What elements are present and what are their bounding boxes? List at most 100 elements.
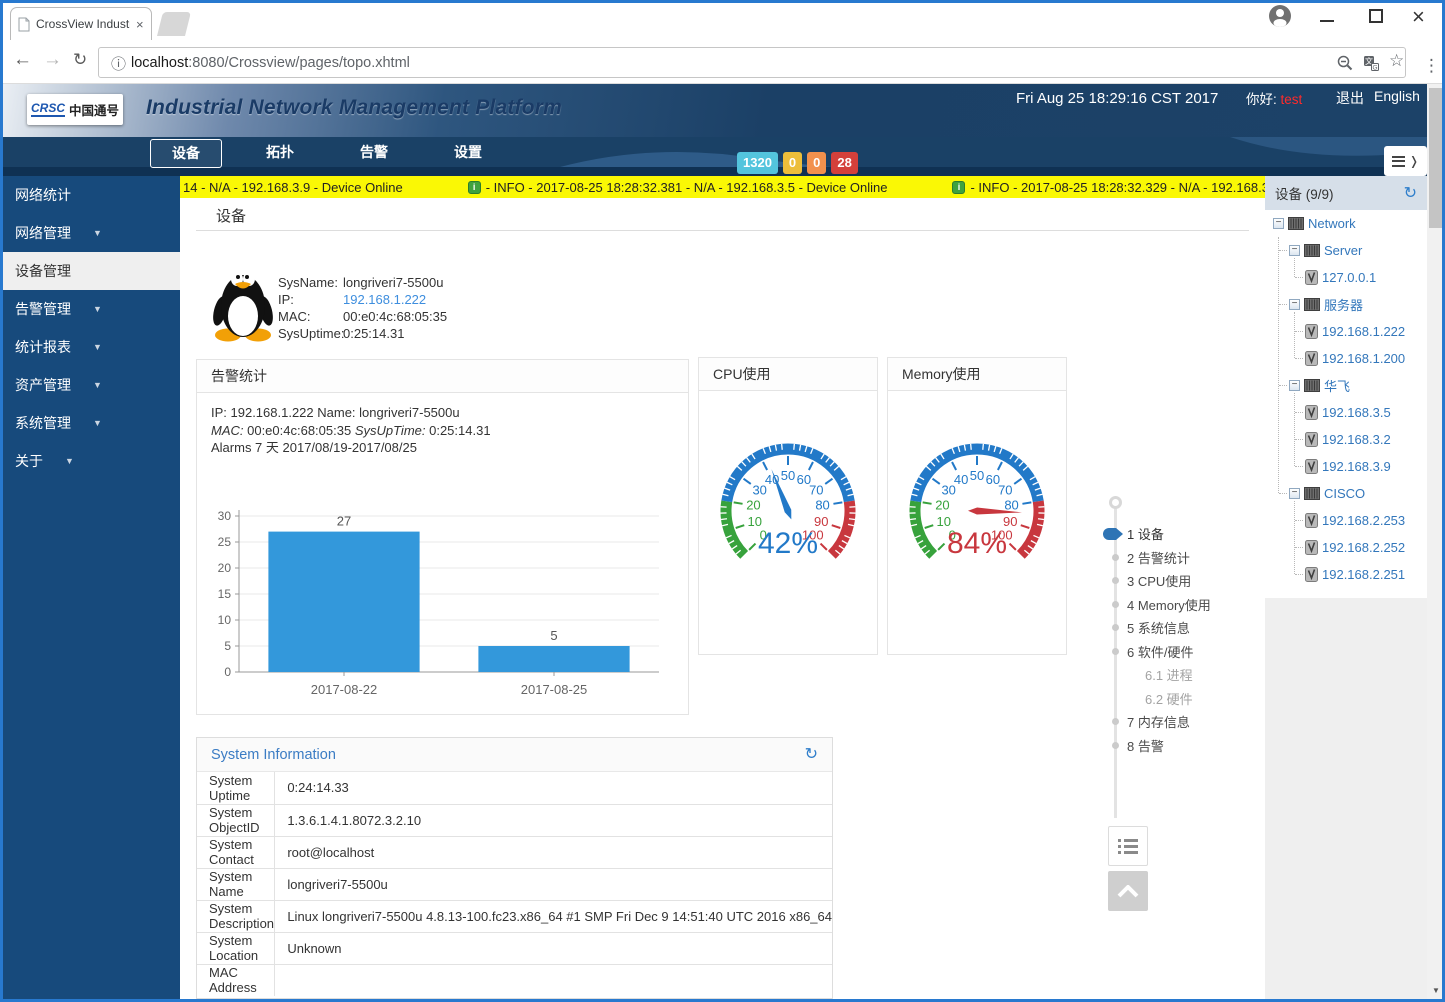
browser-tab[interactable]: CrossView Industrial N ×	[10, 7, 152, 40]
tree-device-node[interactable]: 192.168.1.200	[1265, 345, 1427, 372]
browser-menu-icon[interactable]: ⋮	[1423, 56, 1440, 76]
tree-group-node[interactable]: −CISCO	[1265, 480, 1427, 507]
anchor-item[interactable]: 7 内存信息	[1100, 710, 1260, 734]
collapse-icon[interactable]: −	[1289, 299, 1300, 310]
svg-text:20: 20	[746, 498, 760, 513]
sidebar-item[interactable]: 系统管理▼	[0, 404, 180, 442]
sidebar-item[interactable]: 设备管理	[0, 252, 180, 290]
translate-icon[interactable]: 文G	[1363, 55, 1379, 76]
nav-tabs: 设备拓扑告警设置	[150, 139, 504, 169]
sidebar-menu: 网络统计网络管理▼设备管理告警管理▼统计报表▼资产管理▼系统管理▼关于▼	[0, 176, 180, 999]
app-header: CRSC 中国通号 Industrial Network Management …	[0, 84, 1445, 137]
alarm-count-badge[interactable]: 28	[831, 152, 857, 174]
device-icon	[1305, 513, 1318, 528]
maximize-button[interactable]	[1369, 9, 1383, 23]
tree-group-node[interactable]: −服务器	[1265, 291, 1427, 318]
svg-text:2017-08-25: 2017-08-25	[521, 682, 588, 697]
sidebar-item[interactable]: 关于▼	[0, 442, 180, 480]
alarm-count-badge[interactable]: 0	[807, 152, 826, 174]
tree-device-node[interactable]: 192.168.1.222	[1265, 318, 1427, 345]
alarm-ticker[interactable]: 14 - N/A - 192.168.3.9 - Device Onlinei-…	[180, 176, 1265, 198]
alarm-count-badge[interactable]: 1320	[737, 152, 778, 174]
sysinfo-row: System ObjectID1.3.6.1.4.1.8072.3.2.10	[197, 804, 832, 836]
nav-tab[interactable]: 告警	[338, 139, 410, 168]
svg-text:70: 70	[998, 482, 1012, 497]
panel-header: 告警统计	[197, 360, 688, 393]
zoom-icon[interactable]	[1337, 55, 1353, 76]
back-icon[interactable]: ←	[13, 49, 32, 71]
alarm-count-badge[interactable]: 0	[783, 152, 802, 174]
alarm-stats-text: IP: 192.168.1.222 Name: longriveri7-5500…	[211, 404, 491, 457]
top-nav-bar: 设备拓扑告警设置 13200028 ❭	[0, 137, 1445, 176]
nav-tab[interactable]: 拓扑	[244, 139, 316, 168]
rack-icon	[1304, 486, 1320, 501]
nav-tab[interactable]: 设置	[432, 139, 504, 168]
tree-group-node[interactable]: −Network	[1265, 210, 1427, 237]
device-ip-link[interactable]: 192.168.1.222	[343, 292, 426, 307]
language-link[interactable]: English	[1374, 88, 1420, 104]
minimize-button[interactable]	[1320, 20, 1334, 22]
svg-text:5: 5	[224, 639, 231, 653]
device-icon	[1305, 351, 1318, 366]
tree-device-node[interactable]: 192.168.2.251	[1265, 561, 1427, 588]
url-text[interactable]: localhost:8080/Crossview/pages/topo.xhtm…	[131, 55, 410, 71]
username: test	[1281, 92, 1303, 107]
anchor-item[interactable]: 3 CPU使用	[1100, 569, 1260, 593]
tree-group-node[interactable]: −Server	[1265, 237, 1427, 264]
collapse-icon[interactable]: −	[1273, 218, 1284, 229]
rack-icon	[1304, 378, 1320, 393]
back-to-top-button[interactable]	[1108, 871, 1148, 911]
refresh-icon[interactable]: ↻	[1404, 183, 1417, 203]
tree-device-node[interactable]: 192.168.2.253	[1265, 507, 1427, 534]
panel-header: CPU使用	[699, 358, 877, 391]
anchor-item[interactable]: 6.2 硬件	[1100, 687, 1260, 711]
collapse-icon[interactable]: −	[1289, 380, 1300, 391]
anchor-item[interactable]: 6 软件/硬件	[1100, 640, 1260, 664]
new-tab-button[interactable]	[157, 12, 191, 36]
sidebar-item[interactable]: 告警管理▼	[0, 290, 180, 328]
bookmark-star-icon[interactable]: ☆	[1389, 51, 1404, 71]
anchor-item[interactable]: 4 Memory使用	[1100, 593, 1260, 617]
reload-icon[interactable]: ↻	[73, 50, 87, 70]
tree-device-node[interactable]: 192.168.2.252	[1265, 534, 1427, 561]
collapse-icon[interactable]: −	[1289, 245, 1300, 256]
anchor-item[interactable]: 1 设备	[1100, 522, 1260, 546]
tree-device-node[interactable]: 192.168.3.9	[1265, 453, 1427, 480]
url-input[interactable]: ⓘ localhost:8080/Crossview/pages/topo.xh…	[98, 47, 1406, 78]
page-info-icon[interactable]: ⓘ	[111, 53, 126, 74]
profile-icon[interactable]	[1268, 4, 1292, 33]
device-field: MAC:00:e0:4c:68:05:35	[278, 308, 447, 325]
nav-tab[interactable]: 设备	[150, 139, 222, 168]
dot-icon	[1112, 648, 1119, 655]
tree-device-node[interactable]: 192.168.3.2	[1265, 426, 1427, 453]
anchor-item[interactable]: 8 告警	[1100, 734, 1260, 758]
active-marker-icon	[1103, 528, 1116, 540]
anchor-item[interactable]: 6.1 进程	[1100, 663, 1260, 687]
sidebar-item[interactable]: 网络统计	[0, 176, 180, 214]
svg-text:80: 80	[815, 498, 829, 513]
forward-icon[interactable]: →	[43, 49, 62, 71]
device-icon	[1305, 324, 1318, 339]
outline-list-button[interactable]	[1108, 826, 1148, 866]
tree-group-node[interactable]: −华飞	[1265, 372, 1427, 399]
gauge-chart-svg: 010203040506070809010042%	[700, 411, 876, 611]
svg-text:84%: 84%	[947, 527, 1007, 560]
ticker-message: i- INFO - 2017-08-25 18:28:32.381 - N/A …	[468, 180, 888, 195]
tree-toggle-button[interactable]: ❭	[1384, 146, 1427, 176]
tree-device-node[interactable]: 192.168.3.5	[1265, 399, 1427, 426]
sidebar-item[interactable]: 资产管理▼	[0, 366, 180, 404]
bar-chart-svg: 051015202530272017-08-2252017-08-25	[203, 496, 675, 706]
chevron-right-icon: ❭	[1409, 154, 1419, 168]
collapse-icon[interactable]: −	[1289, 488, 1300, 499]
sidebar-item[interactable]: 统计报表▼	[0, 328, 180, 366]
tab-close-icon[interactable]: ×	[136, 18, 144, 31]
window-close-button[interactable]: ×	[1412, 3, 1425, 31]
section-divider	[196, 230, 1249, 231]
logout-link[interactable]: 退出	[1336, 88, 1364, 108]
anchor-item[interactable]: 5 系统信息	[1100, 616, 1260, 640]
tree-device-node[interactable]: 127.0.0.1	[1265, 264, 1427, 291]
sidebar-item[interactable]: 网络管理▼	[0, 214, 180, 252]
panel-header: Memory使用	[888, 358, 1066, 391]
refresh-icon[interactable]: ↻	[805, 738, 818, 772]
anchor-item[interactable]: 2 告警统计	[1100, 546, 1260, 570]
